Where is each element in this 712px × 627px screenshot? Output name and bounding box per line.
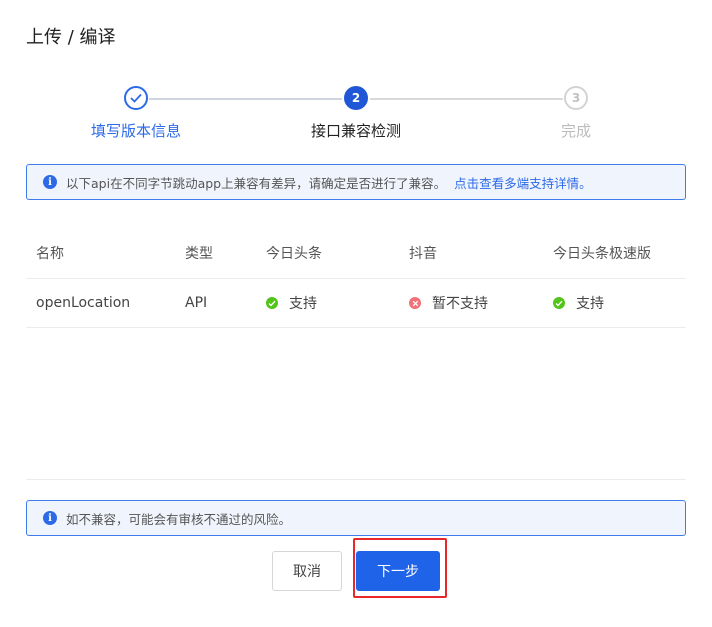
toutiao-lite-status-text: 支持 — [576, 296, 604, 312]
column-header-name: 名称 — [36, 246, 64, 262]
api-name-cell: openLocation — [36, 295, 131, 311]
compatibility-table: 名称 类型 今日头条 抖音 今日头条极速版 openLocation API 支… — [26, 230, 686, 328]
info-icon: i — [43, 511, 57, 525]
step-1-check-icon — [124, 86, 148, 110]
api-type-cell: API — [185, 295, 208, 311]
table-row: openLocation API 支持 暂不支持 支持 — [26, 279, 686, 328]
step-2-label: 接口兼容检测 — [310, 122, 402, 140]
column-header-toutiao-lite: 今日头条极速版 — [553, 246, 651, 262]
step-3-label: 完成 — [560, 122, 592, 140]
dialog-title: 上传 / 编译 — [26, 27, 116, 48]
douyin-status-text: 暂不支持 — [432, 296, 488, 312]
column-header-douyin: 抖音 — [409, 246, 437, 262]
risk-alert-text: 如不兼容，可能会有审核不通过的风险。 — [66, 511, 292, 527]
check-circle-icon — [553, 297, 565, 309]
compatibility-alert-text: 以下api在不同字节跳动app上兼容有差异，请确定是否进行了兼容。 — [66, 175, 447, 191]
step-connector-1 — [149, 98, 342, 100]
step-2-number: 2 — [344, 86, 368, 110]
upload-compile-dialog: 上传 / 编译 2 3 填写版本信息 接口兼容检测 完成 i 以下api在不同字… — [0, 0, 712, 627]
column-header-toutiao: 今日头条 — [266, 246, 322, 262]
close-circle-icon — [409, 297, 421, 309]
check-circle-icon — [266, 297, 278, 309]
douyin-status-cell: 暂不支持 — [409, 279, 488, 327]
step-connector-2 — [370, 98, 563, 100]
steps-bar: 2 3 填写版本信息 接口兼容检测 完成 — [0, 86, 712, 156]
step-1-label[interactable]: 填写版本信息 — [91, 120, 181, 141]
content-divider — [26, 479, 686, 480]
info-icon: i — [43, 175, 57, 189]
cancel-button[interactable]: 取消 — [272, 551, 342, 591]
column-header-type: 类型 — [185, 246, 213, 262]
table-header-row: 名称 类型 今日头条 抖音 今日头条极速版 — [26, 230, 686, 279]
toutiao-lite-status-cell: 支持 — [553, 279, 604, 327]
toutiao-status-text: 支持 — [289, 296, 317, 312]
multi-platform-details-link[interactable]: 点击查看多端支持详情。 — [454, 173, 592, 192]
risk-alert: i 如不兼容，可能会有审核不通过的风险。 — [26, 500, 686, 536]
next-step-button[interactable]: 下一步 — [356, 551, 440, 591]
step-3-number: 3 — [564, 86, 588, 110]
toutiao-status-cell: 支持 — [266, 279, 317, 327]
compatibility-alert: i 以下api在不同字节跳动app上兼容有差异，请确定是否进行了兼容。 点击查看… — [26, 164, 686, 200]
